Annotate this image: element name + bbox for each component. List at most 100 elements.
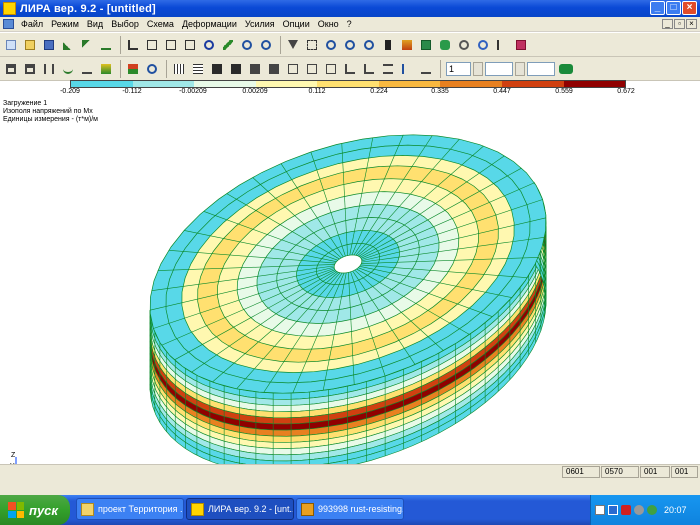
open-icon[interactable]	[23, 38, 37, 52]
refresh-icon[interactable]	[145, 62, 159, 76]
model-canvas[interactable]	[0, 98, 700, 482]
book-icon[interactable]	[419, 38, 433, 52]
taskbar-strip: пуск проект Территория ... ЛИРА вер. 9.2…	[0, 495, 700, 525]
minimize-button[interactable]: _	[650, 1, 665, 15]
isofields-icon[interactable]	[267, 62, 281, 76]
mosaic-icon[interactable]	[99, 62, 113, 76]
view-xz-icon[interactable]	[145, 38, 159, 52]
taskbar-item-folder[interactable]: проект Территория ...	[76, 498, 184, 520]
view-xy-icon[interactable]	[183, 38, 197, 52]
fill-icon[interactable]	[210, 62, 224, 76]
network-icon[interactable]	[608, 505, 618, 515]
histogram-icon[interactable]	[362, 62, 376, 76]
menu-scheme[interactable]: Схема	[143, 19, 178, 29]
palette-icon[interactable]	[438, 38, 452, 52]
brush-icon[interactable]	[400, 38, 414, 52]
taskbar-item-label: ЛИРА вер. 9.2 - [unt...	[208, 504, 294, 514]
clock: 20:07	[664, 505, 687, 515]
report-icon[interactable]	[324, 62, 338, 76]
sigma-icon[interactable]	[381, 62, 395, 76]
new-icon[interactable]	[4, 38, 18, 52]
step-input[interactable]: 1	[446, 61, 471, 76]
scale-slider[interactable]	[527, 61, 555, 76]
animation-icon[interactable]	[557, 62, 575, 76]
grid-icon[interactable]	[172, 62, 186, 76]
document-controls: _ ▫ ×	[662, 19, 697, 29]
title-bar[interactable]: ЛИРА вер. 9.2 - [untitled] _ □ ×	[0, 0, 700, 17]
taskbar-gap	[0, 479, 700, 495]
menu-select[interactable]: Выбор	[107, 19, 143, 29]
view-yz-icon[interactable]	[164, 38, 178, 52]
menu-options[interactable]: Опции	[279, 19, 314, 29]
zoom-previous-icon[interactable]	[362, 38, 376, 52]
z-axis-label: Z	[11, 452, 16, 459]
flask-icon[interactable]	[381, 38, 395, 52]
settings-icon[interactable]	[457, 38, 471, 52]
close-button[interactable]: ×	[682, 1, 697, 15]
step-spinner-alt[interactable]	[515, 61, 525, 76]
stress-icon[interactable]	[126, 62, 140, 76]
isolines-icon[interactable]	[248, 62, 262, 76]
color-scale-labels: -0.209 -0.112 -0.00209 0.00209 0.112 0.2…	[0, 88, 700, 98]
document-window-icon[interactable]	[3, 19, 14, 29]
menu-forces[interactable]: Усилия	[241, 19, 279, 29]
frame-icon[interactable]	[4, 62, 18, 76]
deform-icon[interactable]	[42, 62, 56, 76]
zoom-all-icon[interactable]	[343, 38, 357, 52]
legend-swatch	[194, 81, 256, 87]
pencil-icon[interactable]	[221, 38, 235, 52]
folder-icon	[81, 502, 94, 516]
step-spinner[interactable]	[473, 61, 483, 76]
frame-alt-icon[interactable]	[23, 62, 37, 76]
windows-logo-icon	[8, 502, 24, 518]
filter-icon[interactable]	[286, 38, 300, 52]
doc-restore-button[interactable]: ▫	[674, 19, 685, 29]
info-icon[interactable]	[476, 38, 490, 52]
menu-mode[interactable]: Режим	[47, 19, 83, 29]
rod-icon[interactable]	[99, 38, 113, 52]
menu-file[interactable]: Файл	[17, 19, 47, 29]
document-icon[interactable]	[305, 62, 319, 76]
table-icon[interactable]	[286, 62, 300, 76]
element-icon[interactable]	[80, 38, 94, 52]
axis-view-icon[interactable]	[126, 38, 140, 52]
menu-deformations[interactable]: Деформации	[178, 19, 241, 29]
export-icon[interactable]	[514, 38, 528, 52]
zoom-out-icon[interactable]	[259, 38, 273, 52]
chart-icon[interactable]	[343, 62, 357, 76]
legend-swatch	[501, 81, 564, 87]
volume-icon[interactable]	[634, 505, 644, 515]
start-button[interactable]: пуск	[0, 495, 70, 525]
diagram-icon[interactable]	[80, 62, 94, 76]
legend-label: 0.112	[308, 88, 326, 95]
fill-alt-icon[interactable]	[229, 62, 243, 76]
keyboard-icon[interactable]	[595, 505, 605, 515]
doc-close-button[interactable]: ×	[686, 19, 697, 29]
window-title: ЛИРА вер. 9.2 - [untitled]	[20, 2, 156, 15]
menu-bar: Файл Режим Вид Выбор Схема Деформации Ус…	[0, 17, 700, 32]
kz-icon[interactable]	[400, 62, 414, 76]
legend-label: -0.00209	[179, 88, 207, 95]
lira-window: ЛИРА вер. 9.2 - [untitled] _ □ × Файл Ре…	[0, 0, 700, 525]
zoom-window-icon[interactable]	[324, 38, 338, 52]
grid-alt-icon[interactable]	[191, 62, 205, 76]
menu-window[interactable]: Окно	[314, 19, 343, 29]
doc-minimize-button[interactable]: _	[662, 19, 673, 29]
help-icon[interactable]	[495, 38, 509, 52]
fragment-icon[interactable]	[305, 38, 319, 52]
zoom-in-icon[interactable]	[240, 38, 254, 52]
menu-help[interactable]: ?	[343, 19, 356, 29]
save-icon[interactable]	[42, 38, 56, 52]
maximize-button[interactable]: □	[666, 1, 681, 15]
scale-icon[interactable]	[419, 62, 433, 76]
lira-app-icon[interactable]	[3, 2, 16, 15]
wave-icon[interactable]	[61, 62, 75, 76]
taskbar-item-lira[interactable]: ЛИРА вер. 9.2 - [unt...	[186, 498, 294, 520]
node-icon[interactable]	[61, 38, 75, 52]
menu-view[interactable]: Вид	[83, 19, 107, 29]
update-icon[interactable]	[647, 505, 657, 515]
rotate-icon[interactable]	[202, 38, 216, 52]
taskbar-item-document[interactable]: 993998 rust-resisting...	[296, 498, 404, 520]
step-slider[interactable]	[485, 61, 513, 76]
shield-icon[interactable]	[621, 505, 631, 515]
